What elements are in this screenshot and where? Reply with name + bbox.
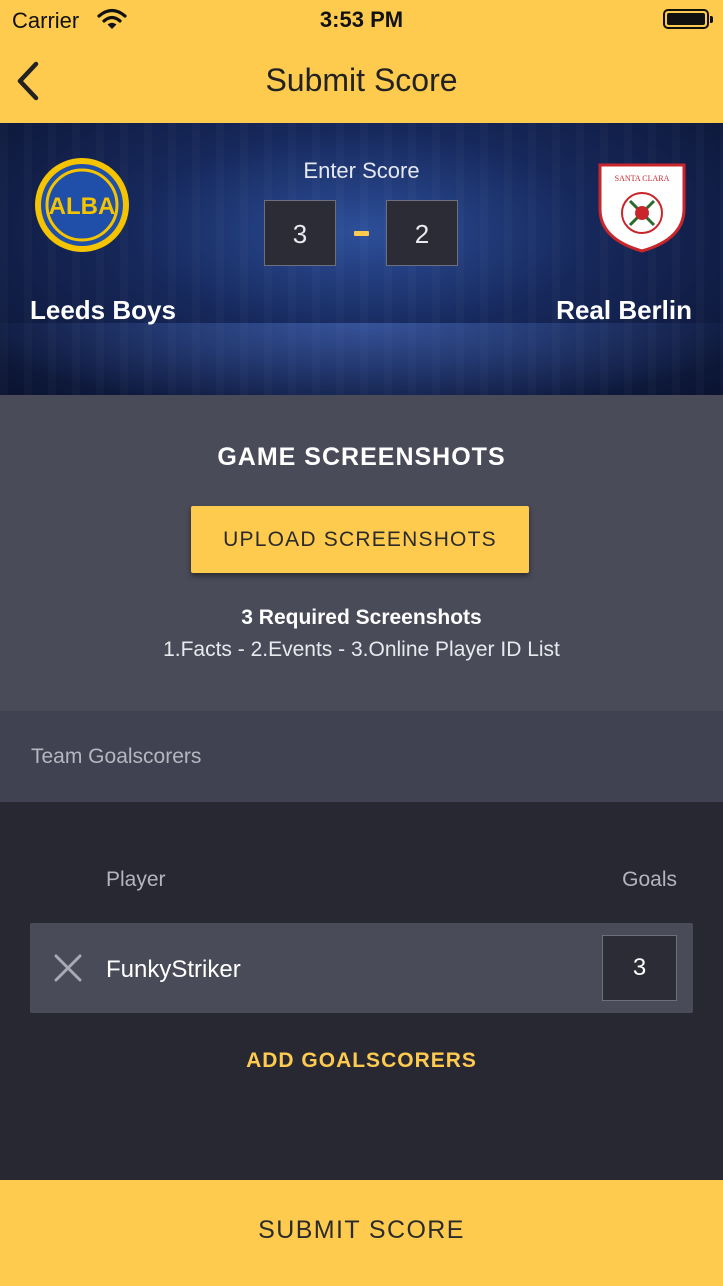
page-title: Submit Score	[265, 62, 458, 98]
home-logo-text: ALBA	[49, 193, 116, 220]
clock: 3:53 PM	[319, 7, 404, 32]
submit-score-button[interactable]: SUBMIT SCORE	[0, 1180, 723, 1286]
away-team-logo: SANTA CLARA	[598, 163, 686, 253]
column-header-player: Player	[106, 868, 166, 891]
match-score-panel: ALBA Enter Score 3 2 SANTA CLARA Leeds B…	[0, 123, 723, 395]
status-bar: Carrier 3:53 PM	[0, 0, 723, 40]
upload-screenshots-button[interactable]: UPLOAD SCREENSHOTS	[191, 506, 529, 573]
remove-icon[interactable]	[50, 950, 86, 986]
score-separator	[354, 231, 369, 236]
away-logo-text: SANTA CLARA	[615, 174, 670, 183]
game-screenshots-section: GAME SCREENSHOTS UPLOAD SCREENSHOTS 3 Re…	[0, 395, 723, 711]
away-team-name: Real Berlin	[556, 295, 692, 325]
goalscorer-row: FunkyStriker 3	[30, 923, 693, 1013]
top-bar: Carrier 3:53 PM Submit Score	[0, 0, 723, 123]
away-score-input[interactable]: 2	[386, 200, 458, 266]
team-goalscorers-label: Team Goalscorers	[31, 745, 202, 768]
home-team-name: Leeds Boys	[30, 295, 176, 325]
required-screenshots-title: 3 Required Screenshots	[241, 606, 482, 629]
goalscorers-list: Player Goals FunkyStriker 3 ADD GOALSCOR…	[0, 802, 723, 1180]
column-header-goals: Goals	[622, 868, 677, 891]
pitch-glow	[0, 323, 723, 395]
home-score-input[interactable]: 3	[264, 200, 336, 266]
goalscorer-name: FunkyStriker	[106, 956, 241, 983]
screenshots-heading: GAME SCREENSHOTS	[217, 443, 506, 471]
submit-score-screen: Carrier 3:53 PM Submit Score ALBA Enter …	[0, 0, 723, 1286]
required-screenshots-list: 1.Facts - 2.Events - 3.Online Player ID …	[163, 638, 560, 661]
team-goalscorers-header: Team Goalscorers	[0, 711, 723, 802]
battery-icon	[663, 9, 713, 29]
goals-input[interactable]: 3	[602, 935, 677, 1001]
add-goalscorers-button[interactable]: ADD GOALSCORERS	[0, 1049, 723, 1073]
